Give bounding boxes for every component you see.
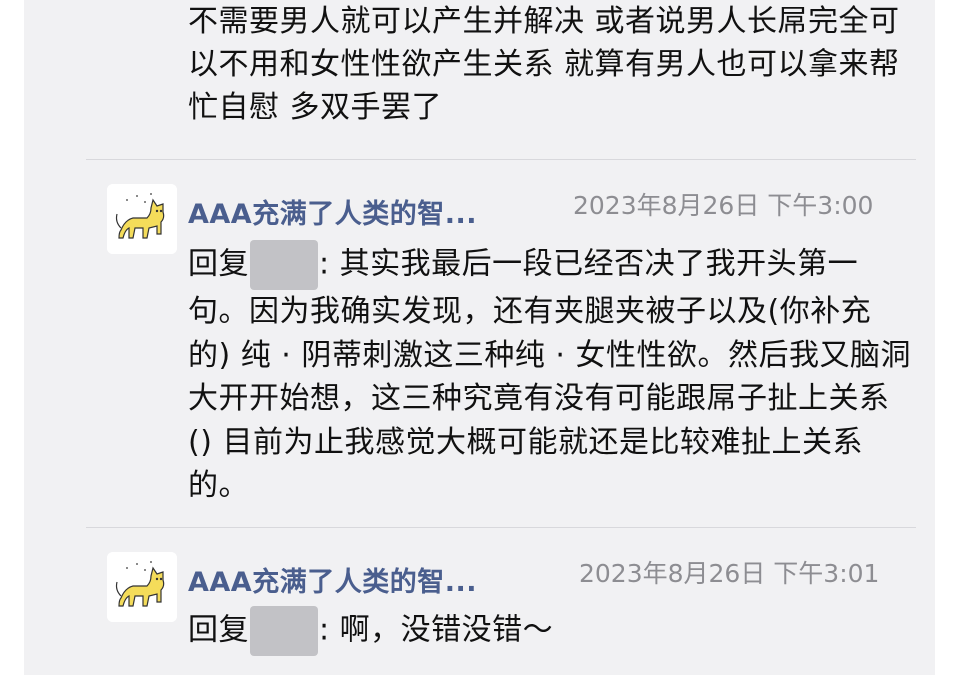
username-link[interactable]: AAA充满了人类的智... [188,192,477,231]
comment-timestamp: 2023年8月26日 下午3:00 [573,191,874,220]
reply-prefix: 回复 [188,612,249,648]
yellow-cat-avatar-icon [107,184,177,254]
comment-divider [86,159,916,160]
username-link[interactable]: AAA充满了人类的智... [188,560,477,599]
comment-timestamp: 2023年8月26日 下午3:01 [579,559,880,588]
redacted-username [250,606,318,656]
reply-prefix: 回复 [188,246,249,282]
comment-body: : 啊，没错没错～ [319,612,554,648]
previous-comment-text: 不需要男人就可以产生并解决 或者说男人长屌完全可以不用和女性性欲产生关系 就算有… [188,4,900,125]
avatar[interactable] [107,184,177,254]
comment-text: 回复 : 啊，没错没错～ [188,606,913,656]
comment-divider [86,527,916,528]
yellow-cat-avatar-icon [107,552,177,622]
comment-text: 回复: 其实我最后一段已经否决了我开头第一句。因为我确实发现，还有夹腿夹被子以及… [188,240,913,508]
avatar[interactable] [107,552,177,622]
redacted-username [250,240,318,290]
